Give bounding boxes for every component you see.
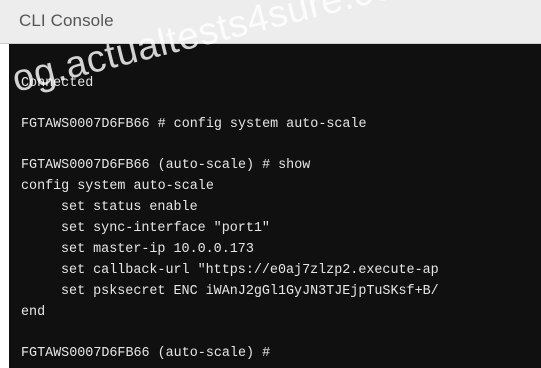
terminal-line-set-callback-url: set callback-url "https://e0aj7zlzp2.exe… [61,263,439,278]
terminal-prompt[interactable]: FGTAWS0007D6FB66 (auto-scale) # [21,346,270,362]
terminal-line-set-sync-interface: set sync-interface "port1" [61,221,270,236]
terminal-line-config-header: config system auto-scale [21,179,214,194]
terminal-line-config-command: FGTAWS0007D6FB66 # config system auto-sc… [21,117,367,132]
terminal-line-set-psksecret: set psksecret ENC iWAnJ2gGl1GyJN3TJEjpTu… [61,284,439,299]
terminal-line-show-command: FGTAWS0007D6FB66 (auto-scale) # show [21,158,311,173]
terminal-line-set-master-ip: set master-ip 10.0.0.173 [61,242,254,257]
terminal-line-connected: Connected [21,76,94,91]
cli-console-window: CLI Console Connected FGTAWS0007D6FB66 #… [0,0,541,368]
terminal-line-end: end [21,305,46,320]
terminal-line-set-status: set status enable [61,200,198,215]
window-title: CLI Console [19,11,114,30]
title-bar: CLI Console [0,0,541,44]
terminal-output[interactable]: Connected FGTAWS0007D6FB66 # config syst… [9,44,541,368]
